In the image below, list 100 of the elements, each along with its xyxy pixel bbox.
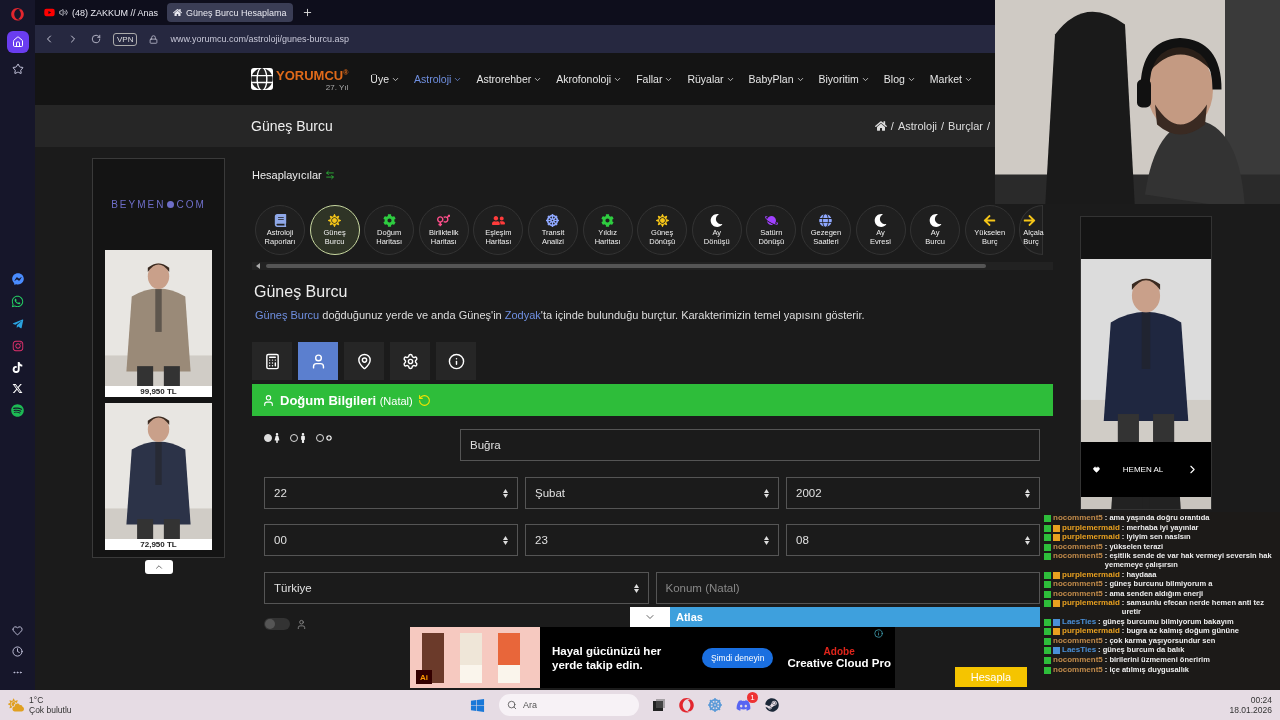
vpn-badge[interactable]: VPN <box>113 32 138 46</box>
nav-link[interactable]: Blog <box>883 73 916 85</box>
brand-logo: BEYMEN COM <box>111 199 206 210</box>
try-button[interactable]: Şimdi deneyin <box>702 647 774 668</box>
select-field[interactable]: 00 <box>264 524 518 556</box>
section-title: Güneş Burcu <box>254 283 349 302</box>
home-icon[interactable] <box>6 31 29 53</box>
chat-username[interactable]: LaesTies <box>1062 617 1097 627</box>
dot-icon <box>167 201 175 208</box>
browser-tab[interactable]: Güneş Burcu Hesaplama <box>167 3 293 22</box>
info-icon[interactable] <box>874 629 883 638</box>
x-logo-icon[interactable] <box>12 383 23 394</box>
inline-link[interactable]: Zodyak <box>504 309 541 321</box>
scrollbar[interactable] <box>252 262 1053 270</box>
opera-logo-icon[interactable] <box>11 8 24 21</box>
tool-tab[interactable] <box>436 342 476 380</box>
chat-username[interactable]: LaesTies <box>1062 646 1097 655</box>
scroll-left-arrow-icon[interactable] <box>256 263 260 269</box>
chat-username[interactable]: nocomment5 <box>1053 580 1103 589</box>
chat-username[interactable]: nocomment5 <box>1053 552 1103 561</box>
price-label: 72,950 TL <box>140 539 177 550</box>
chat-username[interactable]: nocomment5 <box>1053 665 1103 675</box>
home-icon[interactable] <box>874 120 887 132</box>
country-select[interactable]: Türkiye <box>264 572 649 604</box>
nav-link[interactable]: Market <box>929 73 973 85</box>
chat-username[interactable]: nocomment5 <box>1053 542 1103 552</box>
task-view-icon[interactable] <box>653 699 665 711</box>
breadcrumb-link[interactable]: Burçlar <box>948 120 983 132</box>
phone-chat-icon[interactable] <box>11 295 24 308</box>
buy-link[interactable]: HEMEN AL <box>1122 465 1164 475</box>
select-field[interactable]: 22 <box>264 477 518 509</box>
breadcrumb-separator: / <box>941 120 945 132</box>
browser-tab[interactable]: (48) ZAKKUM // Anas <box>38 3 165 22</box>
browser-icon[interactable] <box>679 697 694 713</box>
genderless-icon <box>324 433 334 443</box>
name-field[interactable]: Buğra <box>460 429 1040 461</box>
star-icon[interactable] <box>11 63 24 75</box>
nav-link[interactable]: Astrorehber <box>476 73 543 85</box>
chat-username[interactable]: purplemermaid <box>1062 523 1120 533</box>
select-field[interactable]: Şubat <box>525 477 779 509</box>
app-badge: Ai <box>416 670 432 684</box>
select-field[interactable]: 2002 <box>786 477 1040 509</box>
updown-arrow-icon <box>633 583 639 593</box>
nav-link[interactable]: Üye <box>370 73 401 85</box>
logo-icon[interactable] <box>251 68 273 90</box>
brand-name: Adobe <box>823 646 855 657</box>
reload-icon[interactable] <box>91 34 101 44</box>
nav-link[interactable]: Rüyalar <box>687 73 735 85</box>
tool-tab[interactable] <box>252 342 292 380</box>
tool-tab[interactable] <box>390 342 430 380</box>
chat-username[interactable]: nocomment5 <box>1053 514 1103 523</box>
clock-icon[interactable] <box>12 646 23 657</box>
clock-date[interactable]: 18.01.2026 <box>1229 705 1272 715</box>
chat-username[interactable]: purplemermaid <box>1062 570 1120 580</box>
inline-link[interactable]: Güneş Burcu <box>255 309 320 321</box>
sound-waves-icon[interactable] <box>11 404 24 417</box>
ad-banner[interactable]: Ai Hayal gücünüzü her yerde takip edin. Şimdi deneyin Adobe Creative Cloud Pro <box>410 627 895 688</box>
updown-arrow-icon <box>764 488 769 498</box>
ad-panel[interactable]: BEYMEN COM 99,950 TL 72,950 TL <box>92 158 225 558</box>
chat-username[interactable]: nocomment5 <box>1053 589 1103 599</box>
ad-panel[interactable]: HEMEN AL <box>1080 216 1212 510</box>
site-favicon-icon <box>173 8 183 17</box>
select-field[interactable]: 08 <box>786 524 1040 556</box>
music-note-icon[interactable] <box>12 362 23 373</box>
gender-option[interactable] <box>264 433 282 443</box>
breadcrumb-separator: / <box>890 120 894 132</box>
new-tab-icon[interactable] <box>301 7 313 18</box>
chat-username[interactable]: nocomment5 <box>1053 636 1103 646</box>
map-pin-icon <box>355 352 373 370</box>
nav-link[interactable]: Akrofonoloji <box>556 73 623 85</box>
chevron-up-icon <box>153 562 164 572</box>
toggle-switch[interactable] <box>264 618 290 630</box>
chat-username[interactable]: purplemermaid <box>1062 533 1120 542</box>
chat-username[interactable]: nocomment5 <box>1053 655 1103 665</box>
chat-bolt-icon[interactable] <box>11 273 24 285</box>
paper-plane-icon[interactable] <box>11 318 24 330</box>
chat-username[interactable]: purplemermaid <box>1062 599 1120 608</box>
clock-time[interactable]: 00:24 <box>1250 695 1272 705</box>
updown-arrow-icon <box>503 535 508 545</box>
camera-icon[interactable] <box>11 340 24 352</box>
search-field[interactable]: Ara <box>499 694 639 716</box>
start-icon[interactable] <box>470 697 485 713</box>
expand-tab[interactable] <box>144 560 173 574</box>
notification-badge: 1 <box>747 691 758 703</box>
chat-username[interactable]: purplemermaid <box>1062 627 1120 636</box>
game-app-icon[interactable] <box>765 698 779 712</box>
nav-link[interactable]: Astroloji <box>414 73 463 85</box>
heart-icon[interactable] <box>12 625 23 636</box>
site-logo[interactable]: YORUMCU$^{®}$ <box>276 65 349 84</box>
tool-tab[interactable] <box>344 342 384 380</box>
select-field[interactable]: 23 <box>525 524 779 556</box>
nav-link[interactable]: BabyPlan <box>748 73 805 85</box>
nav-link[interactable]: Biyoritim <box>818 73 870 85</box>
search-icon <box>507 700 517 710</box>
nav-link[interactable]: Fallar <box>636 73 674 85</box>
breadcrumb-link[interactable]: Astroloji <box>897 120 938 132</box>
logo-subtitle: 27. Yıl <box>325 83 349 93</box>
address-field[interactable]: www.yorumcu.com/astroloji/gunes-burcu.asp <box>170 34 350 44</box>
location-field[interactable]: Konum (Natal) <box>655 572 1040 604</box>
chat-app-icon[interactable] <box>736 697 751 713</box>
